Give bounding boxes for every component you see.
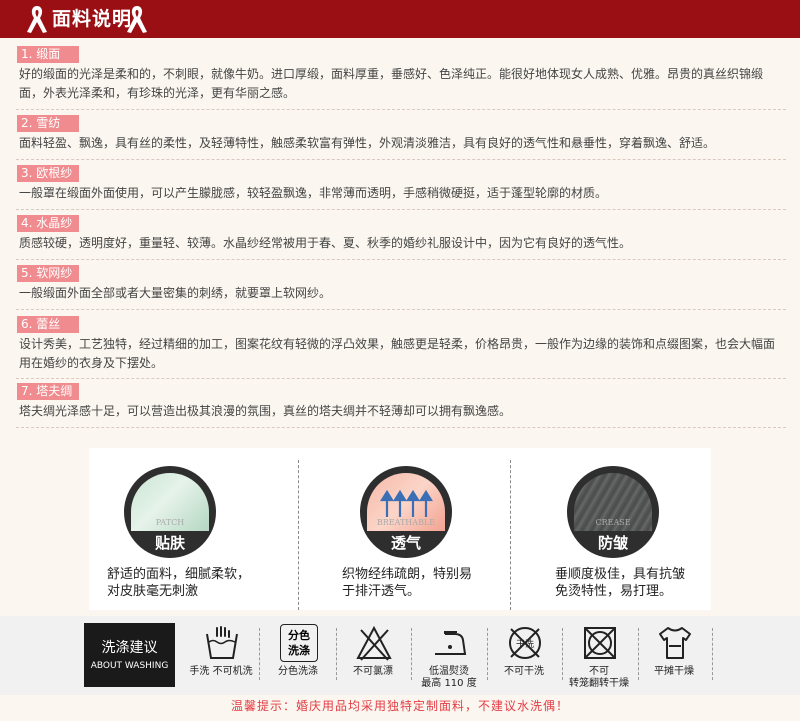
- wash-item-no-bleach: 不可氯漂: [338, 624, 408, 692]
- wash-item-flat-dry: 平摊干燥: [639, 624, 709, 692]
- section-text: 设计秀美，工艺独特，经过精细的加工，图案花纹有轻微的浮凸效果，触感更是轻柔，价格…: [19, 337, 776, 370]
- section-tag: 7. 塔夫绸: [17, 383, 79, 400]
- feature-line: 织物经纬疏朗，特别易: [342, 567, 473, 582]
- wash-item-separate: 分色 洗涤 分色洗涤: [263, 624, 333, 692]
- feature-line: 免烫特性，易打理。: [555, 584, 673, 599]
- no-dry-clean-icon: 干洗: [509, 627, 541, 659]
- wash-label: 平摊干燥: [654, 666, 694, 677]
- feature-cn-label: 贴肤: [154, 534, 185, 552]
- divider: [259, 628, 260, 680]
- section-text: 塔夫绸光泽感十足，可以营造出极其浪漫的氛围，真丝的塔夫绸并不轻薄却可以拥有飘逸感…: [19, 404, 512, 418]
- divider: [336, 628, 337, 680]
- feature-cn-label: 透气: [390, 534, 421, 552]
- feature-panel: PATCH 贴肤 舒适的面料，细腻柔软， 对皮肤毫无刺激 BREATHABLE: [89, 448, 711, 610]
- low-iron-icon: [435, 631, 467, 655]
- wash-item-low-iron: 低温熨烫 最高 110 度: [414, 624, 484, 692]
- section-text: 好的缎面的光泽是柔和的，不刺眼，就像牛奶。进口厚缎，面料厚重，垂感好、色泽纯正。…: [19, 67, 764, 100]
- divider: [16, 309, 786, 310]
- icon-text: 干洗: [516, 638, 534, 650]
- feature-en-label: PATCH: [155, 518, 185, 527]
- wash-label-line: 最高 110 度: [421, 678, 477, 689]
- divider: [712, 628, 713, 680]
- feature-patch: PATCH 贴肤 舒适的面料，细腻柔软， 对皮肤毫无刺激: [89, 448, 289, 610]
- warm-tip: 温馨提示：婚庆用品均采用独特定制面料，不建议水洗偶！: [230, 699, 569, 713]
- wash-label: 不可干洗: [504, 666, 544, 677]
- header-bar: 面料说明: [0, 0, 800, 38]
- feature-en-label: BREATHABLE: [376, 518, 436, 527]
- wash-label: 手洗 不可机洗: [189, 666, 253, 677]
- patch-fabric-icon: PATCH 贴肤: [124, 466, 216, 558]
- divider: [16, 378, 786, 379]
- section-tag: 6. 蕾丝: [17, 316, 79, 333]
- feature-description: 舒适的面料，细腻柔软， 对皮肤毫无刺激: [107, 566, 250, 600]
- section-text: 一般罩在缎面外面使用，可以产生朦胧感，较轻盈飘逸，非常薄而透明，手感稍微硬挺，适…: [19, 186, 608, 200]
- crease-fabric-icon: CREASE 防皱: [567, 466, 659, 558]
- section-text: 一般缎面外面全部或者大量密集的刺绣，就要罩上软网纱。: [19, 286, 332, 300]
- wash-label-line: 低温熨烫: [429, 666, 469, 677]
- washing-bar: 洗涤建议 ABOUT WASHING 手洗 不可机洗 分色 洗涤 分色洗涤 不可…: [0, 616, 800, 695]
- wash-label-line: 不可: [589, 666, 609, 677]
- feature-en-label: CREASE: [595, 518, 631, 527]
- divider: [16, 259, 786, 260]
- wash-label: 低温熨烫 最高 110 度: [414, 666, 484, 690]
- section-text: 质感较硬，透明度好，重量轻、较薄。水晶纱经常被用于春、夏、秋季的婚纱礼服设计中，…: [19, 236, 632, 250]
- ribbon-icon: [127, 6, 147, 33]
- no-bleach-icon: [356, 625, 392, 661]
- page-title: 面料说明: [52, 8, 133, 30]
- no-tumble-dry-icon: [584, 627, 616, 659]
- hand-wash-icon: [206, 626, 238, 659]
- section-tag: 4. 水晶纱: [17, 215, 79, 232]
- feature-crease: CREASE 防皱 垂顺度极佳，具有抗皱 免烫特性，易打理。: [512, 448, 712, 610]
- divider: [16, 427, 786, 428]
- washing-title: 洗涤建议: [101, 640, 158, 656]
- feature-breathable: BREATHABLE 透气 织物经纬疏朗，特别易 于排汗透气。: [300, 448, 500, 610]
- feature-line: 垂顺度极佳，具有抗皱: [555, 567, 686, 582]
- wash-label: 不可 转笼翻转干燥: [564, 666, 634, 690]
- divider: [562, 628, 563, 680]
- feature-line: 对皮肤毫无刺激: [107, 584, 199, 599]
- wash-item-no-dry-clean: 干洗 不可干洗: [489, 624, 559, 692]
- divider: [16, 209, 786, 210]
- washing-subtitle: ABOUT WASHING: [90, 661, 169, 671]
- icon-text: 分色: [288, 629, 310, 642]
- divider: [487, 628, 488, 680]
- wash-item-no-tumble-dry: 不可 转笼翻转干燥: [564, 624, 634, 692]
- divider: [298, 460, 299, 610]
- wash-label: 不可氯漂: [353, 666, 393, 677]
- washing-title-box: 洗涤建议 ABOUT WASHING: [84, 623, 175, 687]
- feature-line: 舒适的面料，细腻柔软，: [107, 567, 251, 582]
- section-text: 面料轻盈、飘逸，具有丝的柔性，及轻薄特性，触感柔软富有弹性，外观清淡雅洁，具有良…: [19, 136, 716, 150]
- divider: [16, 159, 786, 160]
- wash-item-hand-wash: 手洗 不可机洗: [186, 624, 256, 692]
- feature-description: 织物经纬疏朗，特别易 于排汗透气。: [342, 566, 472, 600]
- feature-line: 于排汗透气。: [342, 584, 421, 599]
- section-tag: 2. 雪纺: [17, 115, 79, 132]
- ribbon-icon: [27, 6, 47, 33]
- feature-description: 垂顺度极佳，具有抗皱 免烫特性，易打理。: [555, 566, 685, 600]
- icon-text: 洗涤: [288, 644, 310, 657]
- wash-label: 分色洗涤: [278, 666, 318, 677]
- separate-wash-icon: 分色 洗涤: [280, 624, 318, 662]
- section-tag: 5. 软网纱: [17, 265, 79, 282]
- flat-dry-icon: [659, 627, 691, 659]
- section-tag: 3. 欧根纱: [17, 165, 79, 182]
- breathable-fabric-icon: BREATHABLE 透气: [360, 466, 452, 558]
- divider: [16, 109, 786, 110]
- section-tag: 1. 缎面: [17, 46, 79, 63]
- divider: [510, 460, 511, 610]
- wash-label-line: 转笼翻转干燥: [569, 678, 629, 689]
- divider: [411, 628, 412, 680]
- feature-cn-label: 防皱: [597, 534, 628, 552]
